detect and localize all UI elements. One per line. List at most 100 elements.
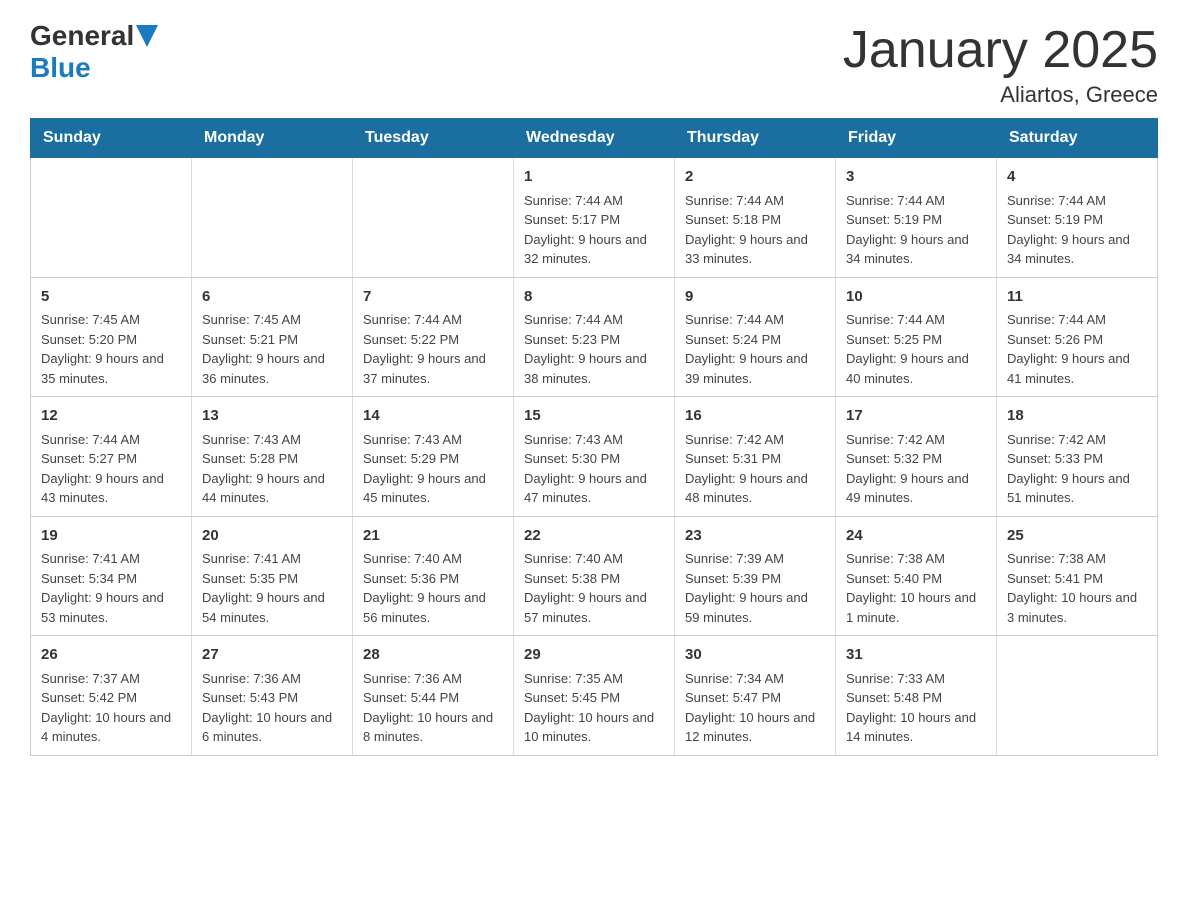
cell-day-number: 22 [524, 525, 664, 548]
week-row-5: 26Sunrise: 7:37 AM Sunset: 5:42 PM Dayli… [31, 636, 1158, 756]
cell-info: Sunrise: 7:43 AM Sunset: 5:29 PM Dayligh… [363, 430, 503, 508]
calendar-cell: 31Sunrise: 7:33 AM Sunset: 5:48 PM Dayli… [836, 636, 997, 756]
cell-info: Sunrise: 7:44 AM Sunset: 5:27 PM Dayligh… [41, 430, 181, 508]
cell-day-number: 6 [202, 286, 342, 309]
calendar-cell: 24Sunrise: 7:38 AM Sunset: 5:40 PM Dayli… [836, 516, 997, 636]
cell-day-number: 27 [202, 644, 342, 667]
cell-info: Sunrise: 7:33 AM Sunset: 5:48 PM Dayligh… [846, 669, 986, 747]
cell-info: Sunrise: 7:42 AM Sunset: 5:33 PM Dayligh… [1007, 430, 1147, 508]
calendar-cell: 23Sunrise: 7:39 AM Sunset: 5:39 PM Dayli… [675, 516, 836, 636]
week-row-2: 5Sunrise: 7:45 AM Sunset: 5:20 PM Daylig… [31, 277, 1158, 397]
calendar-header: SundayMondayTuesdayWednesdayThursdayFrid… [31, 119, 1158, 158]
cell-info: Sunrise: 7:36 AM Sunset: 5:43 PM Dayligh… [202, 669, 342, 747]
calendar-cell: 18Sunrise: 7:42 AM Sunset: 5:33 PM Dayli… [997, 397, 1158, 517]
page-header: General Blue January 2025 Aliartos, Gree… [30, 20, 1158, 108]
cell-info: Sunrise: 7:40 AM Sunset: 5:36 PM Dayligh… [363, 549, 503, 627]
calendar-subtitle: Aliartos, Greece [843, 82, 1158, 108]
cell-info: Sunrise: 7:43 AM Sunset: 5:28 PM Dayligh… [202, 430, 342, 508]
calendar-cell: 11Sunrise: 7:44 AM Sunset: 5:26 PM Dayli… [997, 277, 1158, 397]
cell-day-number: 14 [363, 405, 503, 428]
calendar-cell: 6Sunrise: 7:45 AM Sunset: 5:21 PM Daylig… [192, 277, 353, 397]
calendar-title: January 2025 [843, 20, 1158, 80]
calendar-body: 1Sunrise: 7:44 AM Sunset: 5:17 PM Daylig… [31, 158, 1158, 756]
logo: General Blue [30, 20, 158, 84]
cell-day-number: 5 [41, 286, 181, 309]
cell-day-number: 20 [202, 525, 342, 548]
calendar-cell: 20Sunrise: 7:41 AM Sunset: 5:35 PM Dayli… [192, 516, 353, 636]
cell-info: Sunrise: 7:42 AM Sunset: 5:31 PM Dayligh… [685, 430, 825, 508]
cell-day-number: 9 [685, 286, 825, 309]
logo-triangle-icon [136, 25, 158, 47]
calendar-cell: 8Sunrise: 7:44 AM Sunset: 5:23 PM Daylig… [514, 277, 675, 397]
cell-day-number: 17 [846, 405, 986, 428]
logo-general-text: General [30, 20, 134, 52]
cell-info: Sunrise: 7:34 AM Sunset: 5:47 PM Dayligh… [685, 669, 825, 747]
cell-info: Sunrise: 7:40 AM Sunset: 5:38 PM Dayligh… [524, 549, 664, 627]
day-header-thursday: Thursday [675, 119, 836, 158]
cell-day-number: 2 [685, 166, 825, 189]
calendar-cell [192, 158, 353, 278]
cell-info: Sunrise: 7:44 AM Sunset: 5:17 PM Dayligh… [524, 191, 664, 269]
calendar-cell: 12Sunrise: 7:44 AM Sunset: 5:27 PM Dayli… [31, 397, 192, 517]
day-header-row: SundayMondayTuesdayWednesdayThursdayFrid… [31, 119, 1158, 158]
cell-day-number: 10 [846, 286, 986, 309]
calendar-cell [353, 158, 514, 278]
cell-day-number: 3 [846, 166, 986, 189]
calendar-cell: 4Sunrise: 7:44 AM Sunset: 5:19 PM Daylig… [997, 158, 1158, 278]
calendar-cell: 29Sunrise: 7:35 AM Sunset: 5:45 PM Dayli… [514, 636, 675, 756]
calendar-cell: 26Sunrise: 7:37 AM Sunset: 5:42 PM Dayli… [31, 636, 192, 756]
calendar-cell: 30Sunrise: 7:34 AM Sunset: 5:47 PM Dayli… [675, 636, 836, 756]
cell-day-number: 13 [202, 405, 342, 428]
cell-info: Sunrise: 7:35 AM Sunset: 5:45 PM Dayligh… [524, 669, 664, 747]
cell-day-number: 16 [685, 405, 825, 428]
cell-day-number: 11 [1007, 286, 1147, 309]
day-header-tuesday: Tuesday [353, 119, 514, 158]
day-header-saturday: Saturday [997, 119, 1158, 158]
calendar-cell: 15Sunrise: 7:43 AM Sunset: 5:30 PM Dayli… [514, 397, 675, 517]
calendar-cell: 19Sunrise: 7:41 AM Sunset: 5:34 PM Dayli… [31, 516, 192, 636]
cell-info: Sunrise: 7:44 AM Sunset: 5:22 PM Dayligh… [363, 310, 503, 388]
title-block: January 2025 Aliartos, Greece [843, 20, 1158, 108]
cell-info: Sunrise: 7:41 AM Sunset: 5:35 PM Dayligh… [202, 549, 342, 627]
calendar-cell: 16Sunrise: 7:42 AM Sunset: 5:31 PM Dayli… [675, 397, 836, 517]
day-header-friday: Friday [836, 119, 997, 158]
calendar-cell: 5Sunrise: 7:45 AM Sunset: 5:20 PM Daylig… [31, 277, 192, 397]
cell-info: Sunrise: 7:44 AM Sunset: 5:25 PM Dayligh… [846, 310, 986, 388]
day-header-sunday: Sunday [31, 119, 192, 158]
cell-info: Sunrise: 7:44 AM Sunset: 5:19 PM Dayligh… [846, 191, 986, 269]
cell-day-number: 1 [524, 166, 664, 189]
calendar-cell: 27Sunrise: 7:36 AM Sunset: 5:43 PM Dayli… [192, 636, 353, 756]
calendar-cell: 2Sunrise: 7:44 AM Sunset: 5:18 PM Daylig… [675, 158, 836, 278]
cell-info: Sunrise: 7:42 AM Sunset: 5:32 PM Dayligh… [846, 430, 986, 508]
cell-day-number: 12 [41, 405, 181, 428]
calendar-cell: 28Sunrise: 7:36 AM Sunset: 5:44 PM Dayli… [353, 636, 514, 756]
cell-day-number: 19 [41, 525, 181, 548]
calendar-cell: 14Sunrise: 7:43 AM Sunset: 5:29 PM Dayli… [353, 397, 514, 517]
cell-day-number: 15 [524, 405, 664, 428]
cell-info: Sunrise: 7:37 AM Sunset: 5:42 PM Dayligh… [41, 669, 181, 747]
cell-day-number: 25 [1007, 525, 1147, 548]
calendar-cell: 1Sunrise: 7:44 AM Sunset: 5:17 PM Daylig… [514, 158, 675, 278]
calendar-cell: 17Sunrise: 7:42 AM Sunset: 5:32 PM Dayli… [836, 397, 997, 517]
cell-day-number: 26 [41, 644, 181, 667]
calendar-cell: 9Sunrise: 7:44 AM Sunset: 5:24 PM Daylig… [675, 277, 836, 397]
cell-info: Sunrise: 7:41 AM Sunset: 5:34 PM Dayligh… [41, 549, 181, 627]
cell-day-number: 24 [846, 525, 986, 548]
calendar-cell: 13Sunrise: 7:43 AM Sunset: 5:28 PM Dayli… [192, 397, 353, 517]
calendar-cell: 3Sunrise: 7:44 AM Sunset: 5:19 PM Daylig… [836, 158, 997, 278]
cell-info: Sunrise: 7:44 AM Sunset: 5:26 PM Dayligh… [1007, 310, 1147, 388]
cell-info: Sunrise: 7:38 AM Sunset: 5:40 PM Dayligh… [846, 549, 986, 627]
cell-info: Sunrise: 7:44 AM Sunset: 5:18 PM Dayligh… [685, 191, 825, 269]
cell-day-number: 30 [685, 644, 825, 667]
cell-day-number: 4 [1007, 166, 1147, 189]
cell-day-number: 21 [363, 525, 503, 548]
cell-day-number: 8 [524, 286, 664, 309]
week-row-1: 1Sunrise: 7:44 AM Sunset: 5:17 PM Daylig… [31, 158, 1158, 278]
logo-blue-text: Blue [30, 52, 91, 84]
cell-day-number: 23 [685, 525, 825, 548]
cell-info: Sunrise: 7:44 AM Sunset: 5:24 PM Dayligh… [685, 310, 825, 388]
calendar-cell: 21Sunrise: 7:40 AM Sunset: 5:36 PM Dayli… [353, 516, 514, 636]
calendar-cell: 10Sunrise: 7:44 AM Sunset: 5:25 PM Dayli… [836, 277, 997, 397]
day-header-monday: Monday [192, 119, 353, 158]
cell-day-number: 7 [363, 286, 503, 309]
